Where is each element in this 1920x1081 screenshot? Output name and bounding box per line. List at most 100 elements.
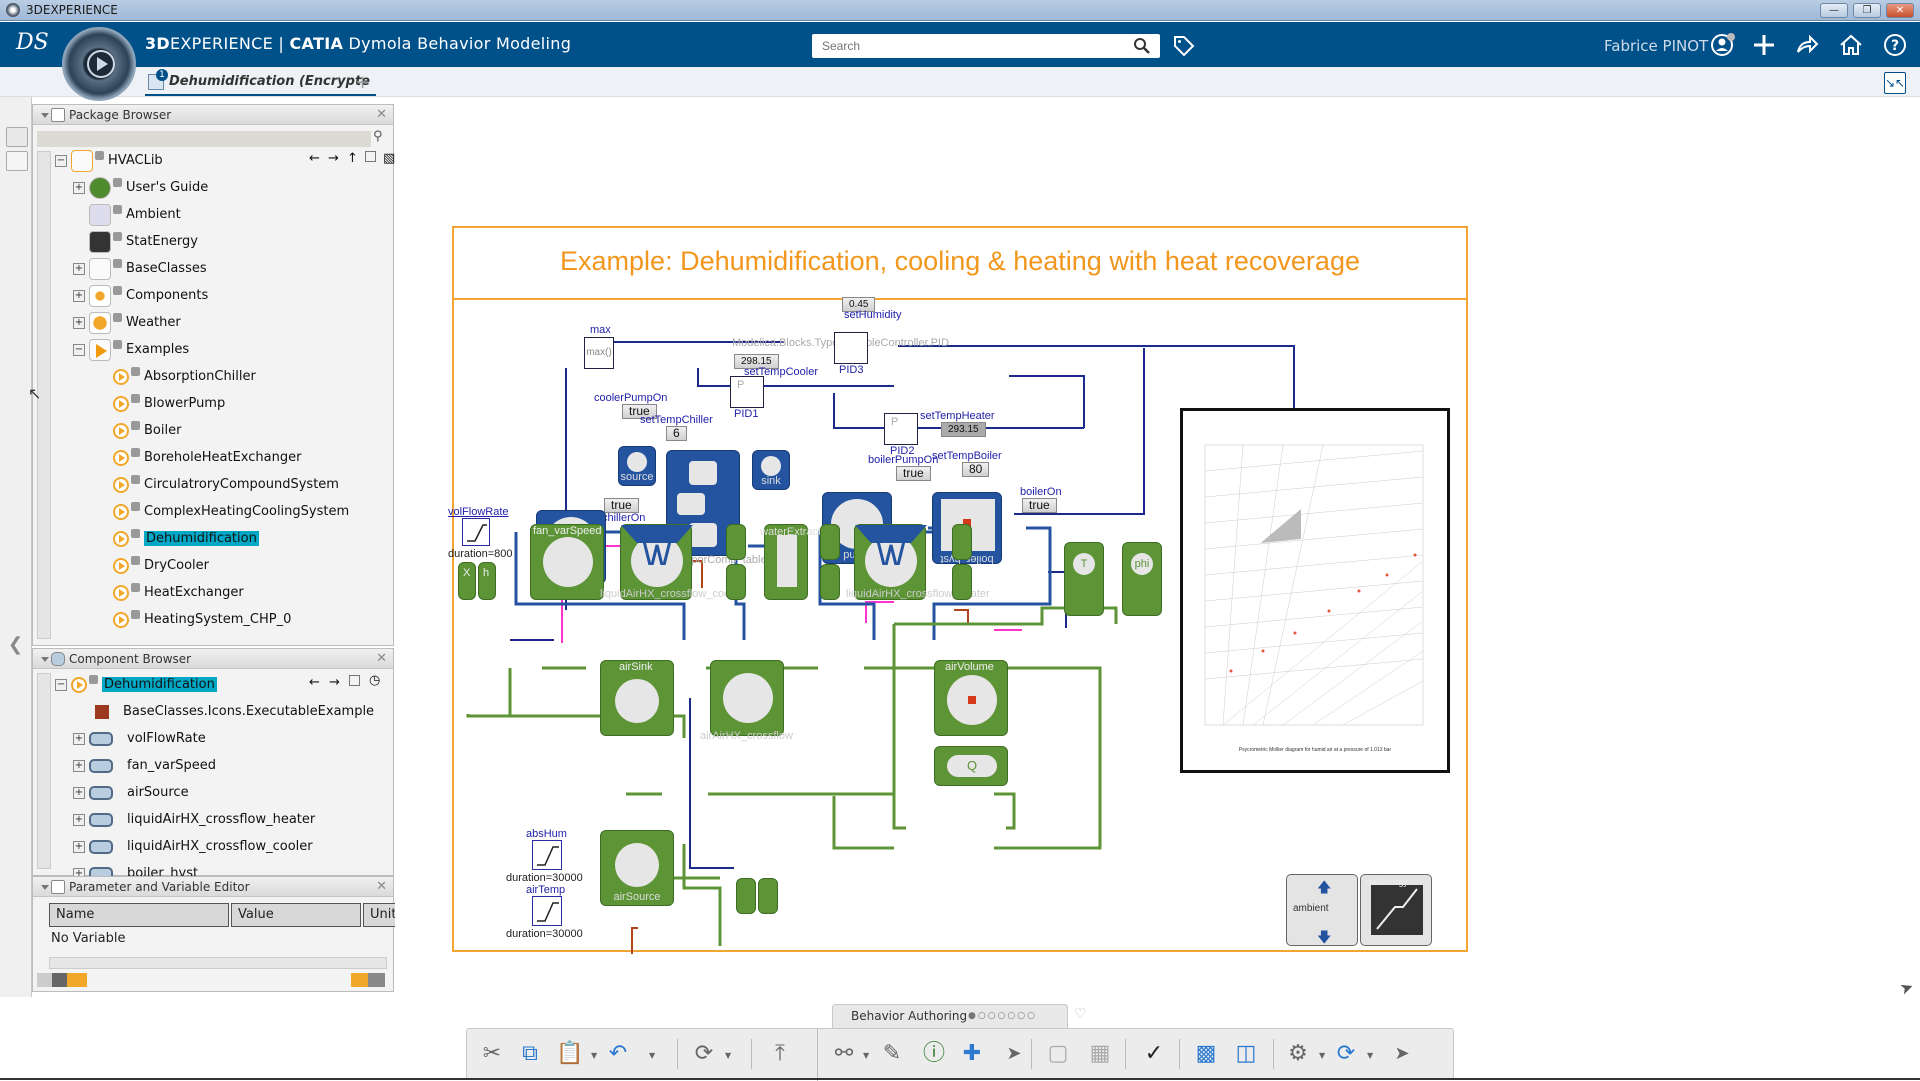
find-icon[interactable]: ⚲ <box>373 129 383 144</box>
example-item[interactable]: Dehumidification <box>113 525 259 552</box>
close-panel-icon[interactable]: ✕ <box>376 877 387 897</box>
expand-toggle[interactable]: + <box>73 262 85 275</box>
set-temp-heater-constant[interactable]: 293.15 <box>941 422 986 437</box>
tab-dehumidification[interactable]: Dehumidification (Encrypte <box>145 68 376 96</box>
pid1-block[interactable]: P <box>730 376 764 408</box>
example-item[interactable]: AbsorptionChiller <box>113 363 256 390</box>
mapping-icon[interactable]: ◫ <box>1231 1039 1261 1069</box>
simulation-setup-icon[interactable]: ▩ <box>1191 1039 1221 1069</box>
humidity-sensor-block[interactable]: phi <box>1122 542 1162 616</box>
close-panel-icon[interactable]: ✕ <box>376 105 387 125</box>
expand-toggle[interactable]: + <box>73 813 85 826</box>
connector-icon[interactable]: ▦ <box>1085 1039 1115 1069</box>
example-item[interactable]: DryCooler <box>113 552 209 579</box>
expand-toggle[interactable]: + <box>73 786 85 799</box>
undo-dropdown-icon[interactable]: ▼ <box>649 1051 655 1060</box>
search-icon[interactable] <box>1133 37 1151 55</box>
collapse-toggle[interactable]: − <box>55 678 67 691</box>
fan-var-speed-block[interactable]: fan_varSpeed <box>530 524 604 600</box>
air-sink-block[interactable]: airSink <box>600 660 674 736</box>
component-scrollbar[interactable] <box>37 673 51 869</box>
example-item[interactable]: HeatExchanger <box>113 579 244 606</box>
component-item[interactable]: + volFlowRate <box>73 725 206 752</box>
air-volume-block[interactable]: airVolume <box>934 660 1008 736</box>
collapse-triangle-icon[interactable] <box>41 885 49 890</box>
update-icon[interactable]: ⟳ <box>689 1039 719 1069</box>
ambient-block[interactable]: 🡅 ambient 🡇 <box>1286 874 1358 946</box>
simulate-icon[interactable]: ⟳ <box>1331 1039 1361 1069</box>
variable-tools-icon[interactable] <box>351 973 385 987</box>
block-icon[interactable]: ▢ <box>1043 1039 1073 1069</box>
expand-action-bar-icon[interactable]: ♡ <box>1074 1006 1087 1022</box>
tree-item[interactable]: + Weather <box>73 309 181 336</box>
sensor-h-block[interactable]: h <box>478 562 496 600</box>
editor-tools-icon[interactable] <box>37 973 87 987</box>
tree-item[interactable]: + User's Guide <box>73 174 208 201</box>
example-item[interactable]: ComplexHeatingCoolingSystem <box>113 498 349 525</box>
max-block[interactable]: max() <box>584 337 614 369</box>
base-class-row[interactable]: BaseClasses.Icons.ExecutableExample <box>95 698 374 725</box>
expand-toggle[interactable]: + <box>73 316 85 329</box>
add-tab-button[interactable]: + <box>355 72 370 93</box>
back-icon[interactable]: ← <box>309 675 320 690</box>
abs-hum-ramp[interactable] <box>532 840 562 870</box>
air-air-hx-block[interactable] <box>710 660 784 736</box>
example-item[interactable]: BoreholeHeatExchanger <box>113 444 301 471</box>
expand-toggle[interactable]: + <box>73 759 85 772</box>
expand-toggle[interactable]: + <box>73 840 85 853</box>
pid3-block[interactable] <box>834 332 868 364</box>
tree-item[interactable]: + BaseClasses <box>73 255 207 282</box>
chiller-on-constant[interactable]: true <box>604 498 639 513</box>
component-item[interactable]: + airSource <box>73 779 189 806</box>
paste-dropdown-icon[interactable]: ▼ <box>591 1051 597 1060</box>
forward-icon[interactable]: → <box>329 675 340 690</box>
new-behavior-icon[interactable]: ⚯ <box>829 1039 859 1069</box>
heat-flow-block[interactable]: Q <box>934 746 1008 786</box>
section-pager[interactable]: ●○○○○○○ <box>968 1005 1037 1027</box>
library-book-icon[interactable]: ▧ <box>383 151 395 166</box>
info-icon[interactable]: ⓘ <box>919 1039 949 1069</box>
export-icon[interactable]: ⤒ <box>765 1039 795 1069</box>
cut-icon[interactable]: ✂ <box>477 1039 507 1069</box>
user-icon[interactable] <box>1710 32 1736 58</box>
sensor-x-block[interactable] <box>726 564 746 600</box>
set-temp-chiller-constant[interactable]: 6 <box>666 426 687 441</box>
sensor-h-block[interactable] <box>952 524 972 560</box>
tree-item[interactable]: StatEnergy <box>89 228 198 255</box>
vol-flow-rate-ramp[interactable] <box>462 518 490 546</box>
expand-toggle[interactable]: + <box>73 181 85 194</box>
temperature-sensor-block[interactable]: T <box>1064 542 1104 616</box>
column-header-value[interactable]: Value <box>231 903 361 927</box>
experiment-icon[interactable]: ⚙ <box>1283 1039 1313 1069</box>
collapse-toggle[interactable]: − <box>55 154 67 167</box>
ds-logo-icon[interactable]: DS <box>16 30 50 60</box>
history-icon[interactable]: ◷ <box>369 673 380 688</box>
up-icon[interactable]: ↑ <box>347 151 358 166</box>
collapse-panel-icon[interactable]: ❮ <box>8 634 23 655</box>
component-root[interactable]: − Dehumidification <box>55 671 217 698</box>
add-icon[interactable] <box>1751 32 1777 58</box>
restore-button[interactable]: ❐ <box>1853 3 1881 18</box>
collapse-toggle[interactable]: − <box>73 343 85 356</box>
sensor-x-block[interactable] <box>820 564 840 600</box>
expand-toggle[interactable]: + <box>73 732 85 745</box>
more-icon[interactable]: ➤ <box>1387 1039 1417 1069</box>
sensor-h-block[interactable] <box>820 524 840 560</box>
share-icon[interactable] <box>1794 32 1820 58</box>
stat-energy-block[interactable]: statEnergy <box>1360 874 1432 946</box>
horizontal-scrollbar[interactable] <box>49 957 387 969</box>
sensor-h-block[interactable] <box>736 878 756 914</box>
sensor-x-block[interactable] <box>758 878 778 914</box>
more-icon[interactable]: ➤ <box>999 1039 1029 1069</box>
collapse-triangle-icon[interactable] <box>41 113 49 118</box>
tree-item[interactable]: + Components <box>73 282 208 309</box>
example-item[interactable]: CirculatroryCompoundSystem <box>113 471 339 498</box>
folder-view-icon[interactable] <box>6 151 28 171</box>
boiler-on-constant[interactable]: true <box>1022 498 1057 513</box>
source-block[interactable]: source <box>618 446 656 486</box>
help-icon[interactable]: ? <box>1882 32 1908 58</box>
update-dropdown-icon[interactable]: ▼ <box>725 1051 731 1060</box>
tree-item[interactable]: − Examples <box>73 336 189 363</box>
home-icon[interactable] <box>1838 32 1864 58</box>
minimize-button[interactable]: — <box>1820 3 1848 18</box>
